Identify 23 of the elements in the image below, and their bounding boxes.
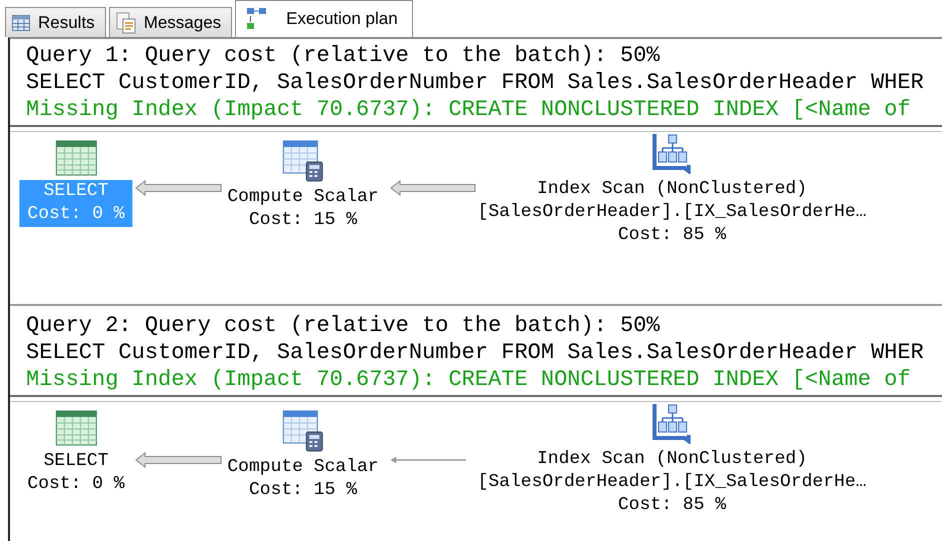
table-icon: [55, 140, 97, 176]
plan-node-label[interactable]: Compute Scalar Cost: 15 %: [219, 186, 387, 233]
table-calculator-icon: [282, 410, 324, 452]
plan-icon: [246, 7, 268, 31]
sql-statement: SELECT CustomerID, SalesOrderNumber FROM Sales.SalesOrderHeader WHER: [26, 339, 925, 366]
query-cost-text: Query 1: Query cost (relative to the batch): 50%: [26, 42, 661, 69]
document-icon: [116, 12, 136, 34]
plan-node-label[interactable]: SELECT Cost: 0 %: [19, 450, 133, 497]
table-calculator-icon: [282, 140, 324, 182]
missing-index-text: Missing Index (Impact 70.6737): CREATE NONCLUSTERED INDEX [<Name of: [26, 366, 912, 393]
query-cost-text: Query 2: Query cost (relative to the batch): 50%: [26, 312, 661, 339]
grid-icon: [12, 14, 30, 30]
tab[interactable]: Messages: [108, 7, 232, 37]
plan-node-label[interactable]: Index Scan (NonClustered) [SalesOrderHeader].[IX_SalesOrderHe… Cost: 85 %: [470, 178, 874, 248]
plan-node-label[interactable]: Index Scan (NonClustered) [SalesOrderHeader].[IX_SalesOrderHe… Cost: 85 %: [470, 448, 874, 518]
plan-node-label[interactable]: Compute Scalar Cost: 15 %: [219, 456, 387, 503]
tab[interactable]: Results: [5, 7, 106, 37]
table-icon: [55, 410, 97, 446]
hierarchy-icon: [652, 402, 692, 444]
sql-statement: SELECT CustomerID, SalesOrderNumber FROM Sales.SalesOrderHeader WHER: [26, 69, 925, 96]
hierarchy-icon: [652, 132, 692, 174]
missing-index-text: Missing Index (Impact 70.6737): CREATE NONCLUSTERED INDEX [<Name of: [26, 96, 912, 123]
tab[interactable]: Execution plan: [235, 0, 413, 37]
